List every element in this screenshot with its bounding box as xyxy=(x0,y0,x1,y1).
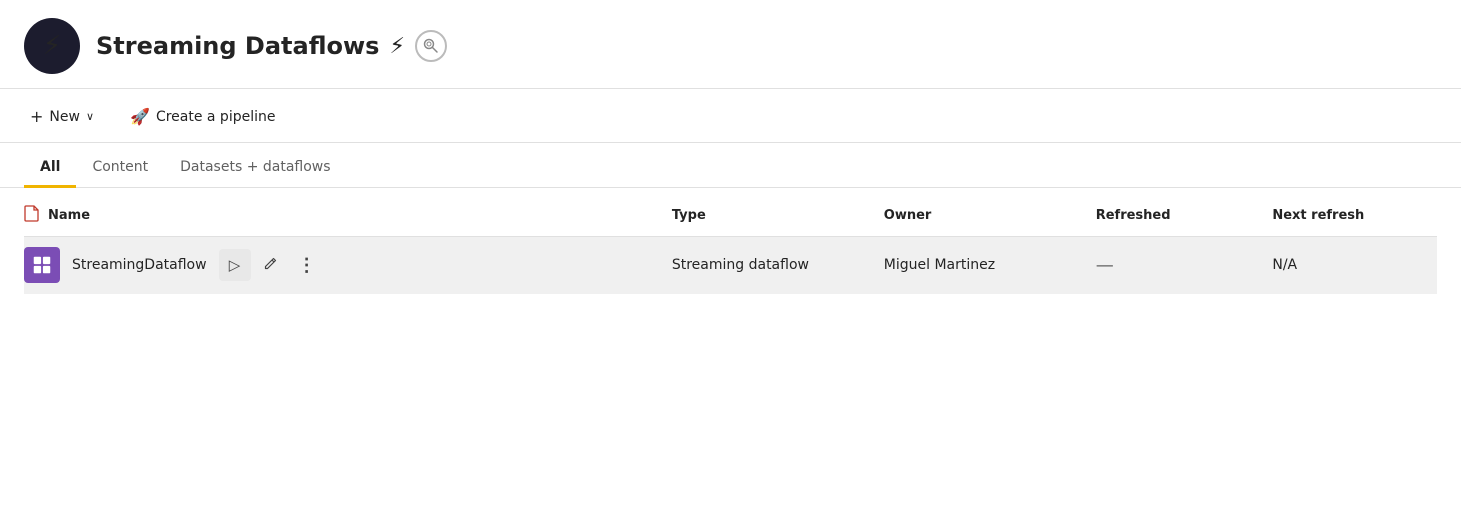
dataflow-icon xyxy=(24,247,60,283)
pipeline-icon: 🚀 xyxy=(130,107,150,126)
lightning-icon: ⚡ xyxy=(389,34,404,59)
col-header-next-refresh: Next refresh xyxy=(1260,192,1437,237)
settings-search-icon[interactable] xyxy=(415,30,447,62)
toolbar: + New ∨ 🚀 Create a pipeline xyxy=(0,89,1461,143)
col-header-refreshed: Refreshed xyxy=(1084,192,1261,237)
new-plus-icon: + xyxy=(30,107,43,126)
more-options-button[interactable]: ⋮ xyxy=(291,249,323,281)
content-table-container: Name Type Owner Refreshed Next refresh xyxy=(0,192,1461,294)
play-button[interactable]: ▷ xyxy=(219,249,251,281)
new-button[interactable]: + New ∨ xyxy=(24,103,100,130)
edit-button[interactable] xyxy=(255,249,287,281)
cell-next-refresh: N/A xyxy=(1260,237,1437,294)
new-label: New xyxy=(49,109,80,125)
table-header-row: Name Type Owner Refreshed Next refresh xyxy=(24,192,1437,237)
tab-bar: All Content Datasets + dataflows xyxy=(0,147,1461,188)
cell-refreshed: — xyxy=(1084,237,1261,294)
page-title: Streaming Dataflows xyxy=(96,32,379,60)
tab-all[interactable]: All xyxy=(24,147,76,188)
more-icon: ⋮ xyxy=(298,255,316,276)
pipeline-label: Create a pipeline xyxy=(156,109,276,125)
header-title-area: Streaming Dataflows ⚡ xyxy=(96,30,447,62)
col-header-type: Type xyxy=(660,192,872,237)
create-pipeline-button[interactable]: 🚀 Create a pipeline xyxy=(124,103,281,130)
cell-name: StreamingDataflow ▷ xyxy=(24,237,660,294)
tab-datasets-dataflows[interactable]: Datasets + dataflows xyxy=(164,147,346,188)
table-row: StreamingDataflow ▷ xyxy=(24,237,1437,294)
new-chevron-icon: ∨ xyxy=(86,110,94,123)
data-table: Name Type Owner Refreshed Next refresh xyxy=(24,192,1437,294)
dataflow-name[interactable]: StreamingDataflow xyxy=(72,257,207,273)
edit-icon xyxy=(263,256,278,275)
cell-owner: Miguel Martinez xyxy=(872,237,1084,294)
row-actions: ▷ ⋮ xyxy=(219,249,323,281)
play-icon: ▷ xyxy=(229,256,241,274)
cell-type: Streaming dataflow xyxy=(660,237,872,294)
col-header-owner: Owner xyxy=(872,192,1084,237)
tab-content[interactable]: Content xyxy=(76,147,164,188)
app-logo: ⚡ xyxy=(24,18,80,74)
col-header-name: Name xyxy=(24,192,660,237)
logo-icon: ⚡ xyxy=(43,31,61,61)
app-header: ⚡ Streaming Dataflows ⚡ xyxy=(0,0,1461,89)
file-header-icon xyxy=(24,204,40,226)
